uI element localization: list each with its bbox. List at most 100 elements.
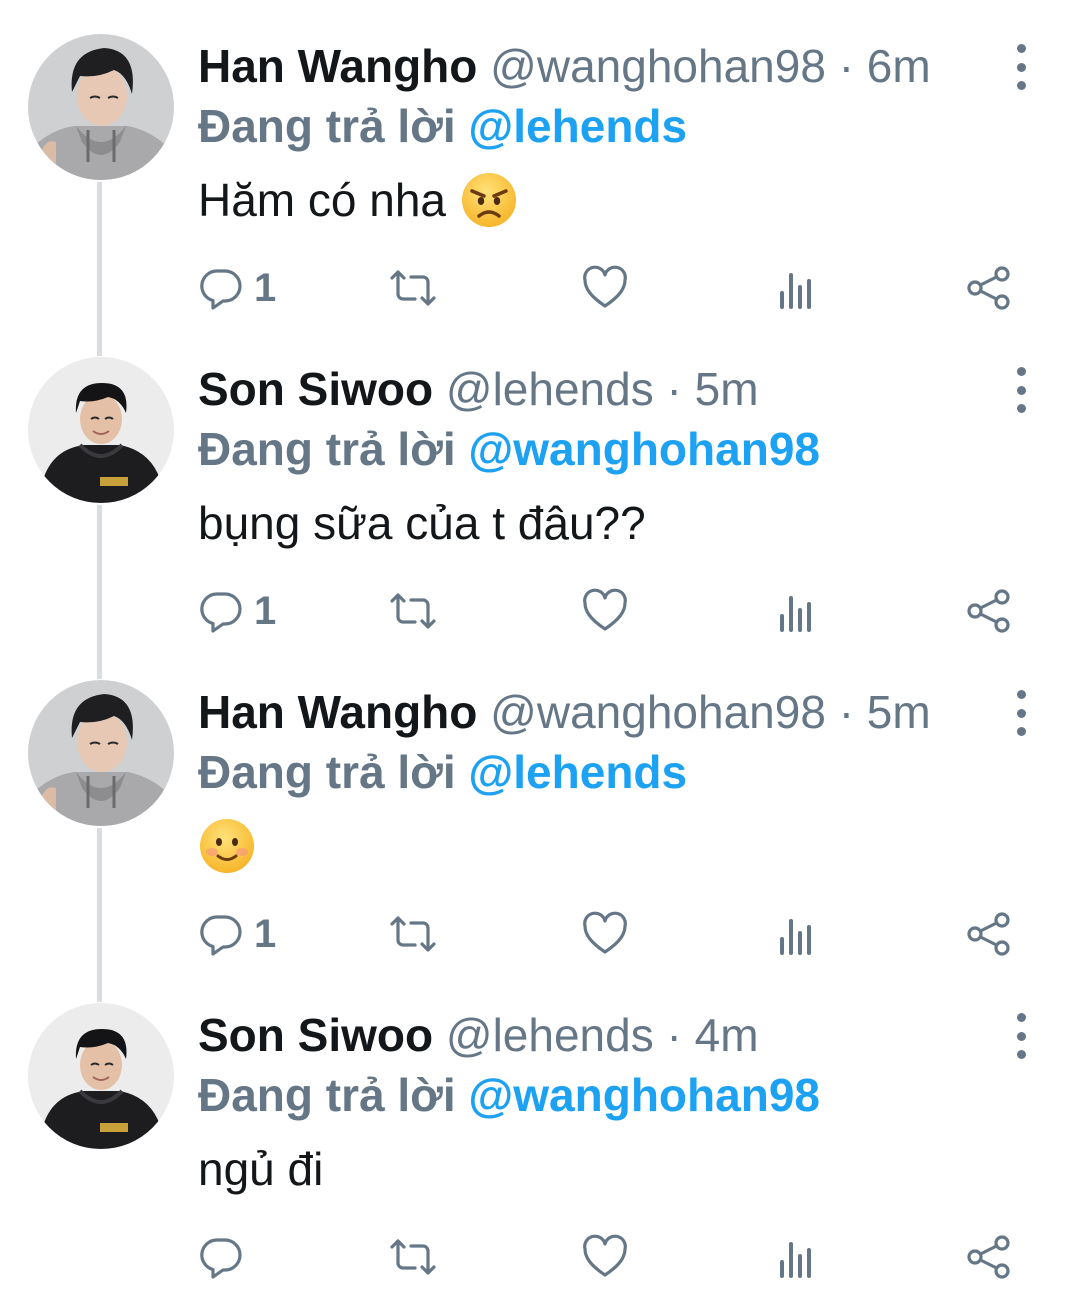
heart-icon	[582, 1234, 628, 1280]
share-button[interactable]	[966, 908, 1012, 960]
replying-to: Đang trả lời @lehends	[198, 98, 687, 154]
retweet-button[interactable]	[390, 585, 436, 637]
replying-to: Đang trả lời @lehends	[198, 744, 687, 800]
replying-to: Đang trả lời @wanghohan98	[198, 421, 820, 477]
retweet-button[interactable]	[390, 1231, 436, 1283]
tweet[interactable]: Son Siwoo @lehends · 4m Đang trả lời @wa…	[0, 969, 1080, 1292]
avatar[interactable]	[28, 34, 174, 180]
like-button[interactable]	[582, 585, 628, 637]
replying-to-link[interactable]: @wanghohan98	[468, 1069, 820, 1121]
avatar-image	[28, 680, 174, 826]
analytics-button[interactable]	[774, 1231, 820, 1283]
share-button[interactable]	[966, 1231, 1012, 1283]
display-name[interactable]: Han Wangho	[198, 40, 477, 92]
tweet-text-content: Hăm có nha	[198, 174, 447, 226]
avatar-image	[28, 357, 174, 503]
retweet-icon	[390, 911, 436, 957]
avatar-image	[28, 34, 174, 180]
reply-icon	[198, 588, 244, 634]
heart-icon	[582, 588, 628, 634]
action-bar: 1	[0, 262, 1080, 314]
more-icon	[1016, 367, 1026, 376]
user-handle[interactable]: @lehends	[446, 1009, 654, 1061]
tweet[interactable]: Han Wangho @wanghohan98 · 6m Đang trả lờ…	[0, 0, 1080, 323]
retweet-button[interactable]	[390, 262, 436, 314]
angry-face-icon	[460, 171, 518, 229]
reply-button[interactable]	[198, 1231, 254, 1283]
separator-dot: ·	[838, 40, 855, 92]
retweet-button[interactable]	[390, 908, 436, 960]
replying-to-label: Đang trả lời	[198, 423, 456, 475]
reply-icon	[198, 911, 244, 957]
user-handle[interactable]: @lehends	[446, 363, 654, 415]
analytics-icon	[774, 1234, 820, 1280]
tweet-header: Han Wangho @wanghohan98 · 6m	[198, 38, 931, 94]
tweet-text	[198, 816, 256, 876]
share-button[interactable]	[966, 585, 1012, 637]
tweet-text: ngủ đi	[198, 1139, 323, 1199]
user-handle[interactable]: @wanghohan98	[490, 40, 826, 92]
analytics-button[interactable]	[774, 262, 820, 314]
tweet-text: Hăm có nha	[198, 170, 518, 230]
action-bar	[0, 1231, 1080, 1283]
reply-button[interactable]: 1	[198, 262, 276, 314]
analytics-icon	[774, 911, 820, 957]
replying-to-label: Đang trả lời	[198, 746, 456, 798]
more-options-button[interactable]	[1004, 690, 1038, 736]
more-icon	[1016, 1013, 1026, 1022]
avatar-image	[28, 1003, 174, 1149]
reply-icon	[198, 1234, 244, 1280]
separator-dot: ·	[838, 686, 855, 738]
user-handle[interactable]: @wanghohan98	[490, 686, 826, 738]
display-name[interactable]: Son Siwoo	[198, 363, 433, 415]
replying-to-label: Đang trả lời	[198, 100, 456, 152]
reply-button[interactable]: 1	[198, 908, 276, 960]
smiling-face-icon	[198, 817, 256, 875]
reply-count: 1	[254, 912, 277, 956]
more-options-button[interactable]	[1004, 44, 1038, 90]
timestamp[interactable]: 6m	[867, 40, 931, 92]
analytics-button[interactable]	[774, 908, 820, 960]
display-name[interactable]: Han Wangho	[198, 686, 477, 738]
display-name[interactable]: Son Siwoo	[198, 1009, 433, 1061]
tweet-header: Han Wangho @wanghohan98 · 5m	[198, 684, 931, 740]
share-icon	[966, 911, 1012, 957]
action-bar: 1	[0, 585, 1080, 637]
more-icon	[1016, 44, 1026, 53]
tweet[interactable]: Son Siwoo @lehends · 5m Đang trả lời @wa…	[0, 323, 1080, 646]
avatar[interactable]	[28, 357, 174, 503]
share-button[interactable]	[966, 262, 1012, 314]
replying-to-link[interactable]: @lehends	[468, 746, 687, 798]
reply-button[interactable]: 1	[198, 585, 276, 637]
replying-to: Đang trả lời @wanghohan98	[198, 1067, 820, 1123]
avatar[interactable]	[28, 1003, 174, 1149]
tweet[interactable]: Han Wangho @wanghohan98 · 5m Đang trả lờ…	[0, 646, 1080, 969]
like-button[interactable]	[582, 908, 628, 960]
timestamp[interactable]: 5m	[695, 363, 759, 415]
reply-count: 1	[254, 266, 277, 310]
share-icon	[966, 265, 1012, 311]
replying-to-link[interactable]: @wanghohan98	[468, 423, 820, 475]
retweet-icon	[390, 1234, 436, 1280]
heart-icon	[582, 265, 628, 311]
tweet-text-content: ngủ đi	[198, 1143, 324, 1195]
more-options-button[interactable]	[1004, 367, 1038, 413]
timestamp[interactable]: 4m	[695, 1009, 759, 1061]
replying-to-label: Đang trả lời	[198, 1069, 456, 1121]
like-button[interactable]	[582, 262, 628, 314]
more-icon	[1016, 690, 1026, 699]
avatar[interactable]	[28, 680, 174, 826]
heart-icon	[582, 911, 628, 957]
analytics-icon	[774, 265, 820, 311]
reply-icon	[198, 265, 244, 311]
like-button[interactable]	[582, 1231, 628, 1283]
tweet-text: bụng sữa của t đâu??	[198, 493, 646, 553]
separator-dot: ·	[666, 363, 682, 415]
analytics-button[interactable]	[774, 585, 820, 637]
timestamp[interactable]: 5m	[867, 686, 931, 738]
more-options-button[interactable]	[1004, 1013, 1038, 1059]
action-bar: 1	[0, 908, 1080, 960]
replying-to-link[interactable]: @lehends	[468, 100, 687, 152]
retweet-icon	[390, 265, 436, 311]
analytics-icon	[774, 588, 820, 634]
